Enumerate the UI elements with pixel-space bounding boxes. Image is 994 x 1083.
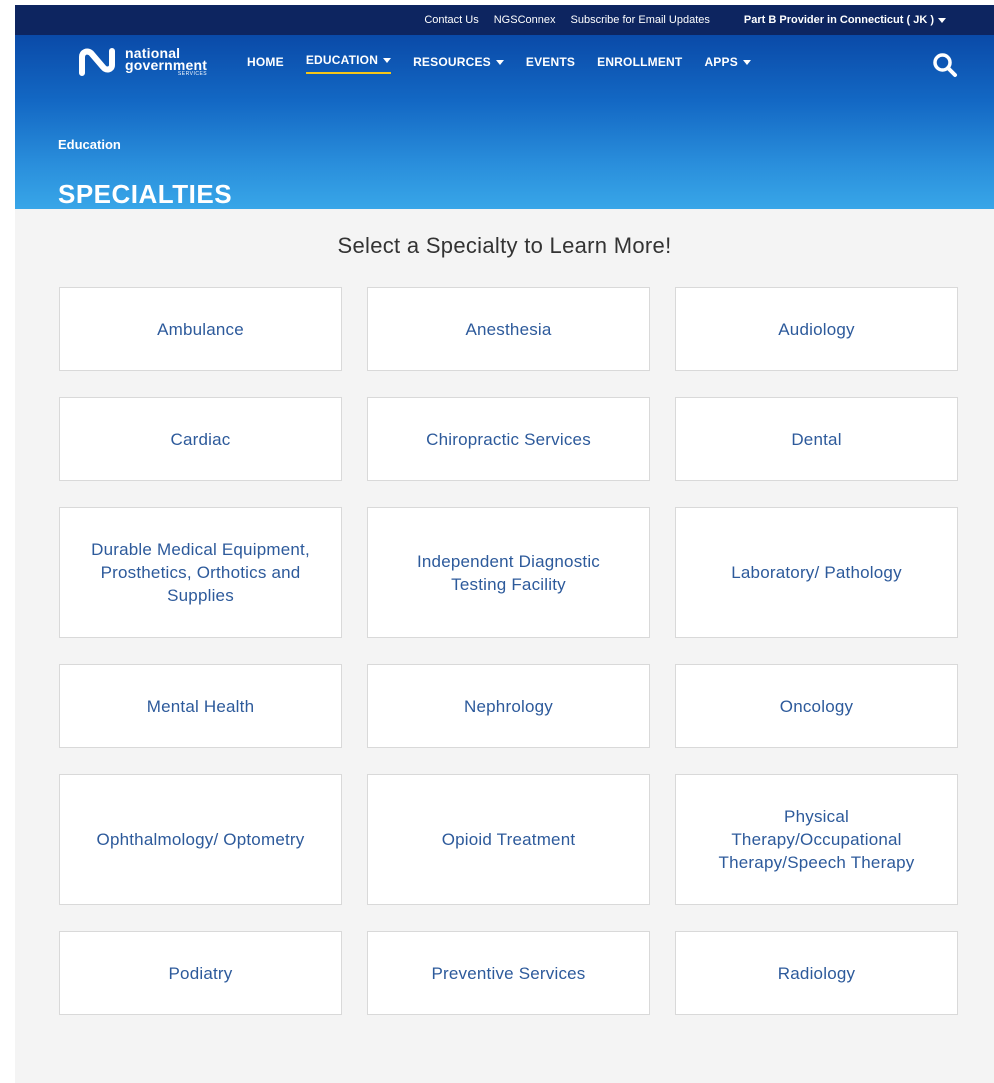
specialty-card-ambulance[interactable]: Ambulance <box>59 287 342 371</box>
specialty-card-anesthesia[interactable]: Anesthesia <box>367 287 650 371</box>
nav-education-label: EDUCATION <box>305 53 379 67</box>
caret-down-icon <box>938 17 946 23</box>
specialty-card-oncology[interactable]: Oncology <box>675 664 958 748</box>
section-heading: Select a Specialty to Learn More! <box>337 233 672 258</box>
nav-enrollment-label: ENROLLMENT <box>597 55 683 69</box>
provider-selector-label: Part B Provider in Connecticut ( JK ) <box>743 14 934 26</box>
page-frame: Contact Us NGSConnex Subscribe for Email… <box>15 5 994 1083</box>
specialty-card-audiology[interactable]: Audiology <box>675 287 958 371</box>
specialty-card-dmepos[interactable]: Durable Medical Equipment, Prosthetics, … <box>59 507 342 638</box>
ngsconnex-link[interactable]: NGSConnex <box>494 14 556 26</box>
specialty-card-pt-ot-st[interactable]: Physical Therapy/Occupational Therapy/Sp… <box>675 774 958 905</box>
subscribe-email-link[interactable]: Subscribe for Email Updates <box>571 14 710 26</box>
specialty-card-mental-health[interactable]: Mental Health <box>59 664 342 748</box>
nav-education[interactable]: EDUCATION <box>305 52 392 74</box>
search-button[interactable] <box>932 52 958 83</box>
specialties-grid: Ambulance Anesthesia Audiology Cardiac C… <box>59 287 958 1015</box>
breadcrumb-education[interactable]: Education <box>58 137 121 152</box>
nav-home[interactable]: HOME <box>247 52 284 72</box>
utility-bar: Contact Us NGSConnex Subscribe for Email… <box>15 5 994 35</box>
specialty-card-laboratory-pathology[interactable]: Laboratory/ Pathology <box>675 507 958 638</box>
specialty-card-radiology[interactable]: Radiology <box>675 931 958 1015</box>
caret-down-icon <box>742 59 751 65</box>
nav-apps-label: APPS <box>704 55 738 69</box>
specialty-card-dental[interactable]: Dental <box>675 397 958 481</box>
specialty-card-opioid-treatment[interactable]: Opioid Treatment <box>367 774 650 905</box>
specialty-card-ophthalmology-optometry[interactable]: Ophthalmology/ Optometry <box>59 774 342 905</box>
specialty-card-idtf[interactable]: Independent Diagnostic Testing Facility <box>367 507 650 638</box>
specialty-card-chiropractic[interactable]: Chiropractic Services <box>367 397 650 481</box>
provider-selector[interactable]: Part B Provider in Connecticut ( JK ) <box>744 14 946 26</box>
specialty-card-preventive-services[interactable]: Preventive Services <box>367 931 650 1015</box>
page-title: SPECIALTIES <box>58 179 233 209</box>
caret-down-icon <box>495 59 504 65</box>
site-header: national government SERVICES HOME EDUCAT… <box>15 35 994 209</box>
logo-text-government: government <box>125 57 208 73</box>
logo-text-services: SERVICES <box>177 71 208 77</box>
specialty-card-nephrology[interactable]: Nephrology <box>367 664 650 748</box>
caret-down-icon <box>383 57 392 63</box>
nav-home-label: HOME <box>247 55 284 69</box>
nav-events[interactable]: EVENTS <box>526 52 575 72</box>
contact-us-link[interactable]: Contact Us <box>424 14 478 26</box>
nav-resources[interactable]: RESOURCES <box>413 52 504 72</box>
nav-apps[interactable]: APPS <box>704 52 751 72</box>
search-icon <box>933 53 957 77</box>
logo[interactable]: national government SERVICES <box>77 46 208 77</box>
nav-events-label: EVENTS <box>525 55 576 69</box>
main-nav: HOME EDUCATION RESOURCES EVENTS ENROLLME… <box>247 52 751 74</box>
specialty-card-cardiac[interactable]: Cardiac <box>59 397 342 481</box>
specialty-card-podiatry[interactable]: Podiatry <box>59 931 342 1015</box>
ngs-logo-icon <box>79 48 115 76</box>
nav-resources-label: RESOURCES <box>413 55 491 69</box>
nav-enrollment[interactable]: ENROLLMENT <box>597 52 682 72</box>
